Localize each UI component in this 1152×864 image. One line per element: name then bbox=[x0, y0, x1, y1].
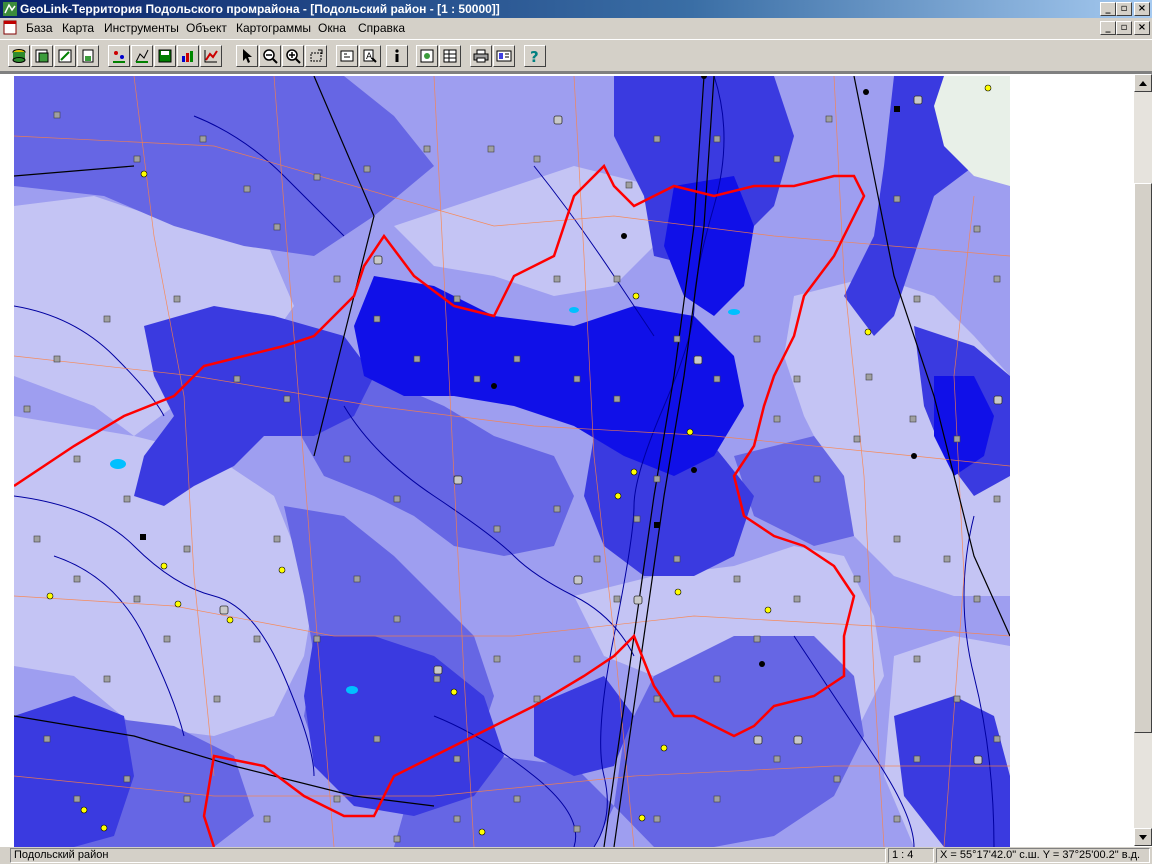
print-button[interactable] bbox=[470, 45, 492, 67]
chart-button[interactable] bbox=[200, 45, 222, 67]
layer-edit-icon bbox=[135, 49, 149, 63]
map-canvas[interactable] bbox=[14, 76, 1010, 847]
zoom-in-icon bbox=[286, 49, 301, 64]
db-edit-button[interactable] bbox=[54, 45, 76, 67]
open-db-button[interactable] bbox=[8, 45, 30, 67]
identify-button[interactable]: A bbox=[359, 45, 381, 67]
mdi-restore-button[interactable]: ▫ bbox=[1116, 21, 1132, 35]
vertical-scrollbar[interactable] bbox=[1134, 74, 1152, 846]
status-bar: Подольский район 1 : 4 X = 55°17'42.0" с… bbox=[0, 847, 1152, 864]
info-icon bbox=[395, 49, 399, 62]
zoom-in-button[interactable] bbox=[282, 45, 304, 67]
mdi-close-button[interactable]: × bbox=[1134, 21, 1150, 35]
minimize-button[interactable]: _ bbox=[1100, 2, 1116, 16]
title-bar[interactable]: GeoLink-Территория Подольского промрайон… bbox=[0, 0, 1152, 18]
save-layer-button[interactable] bbox=[154, 45, 176, 67]
menu-okna[interactable]: Окна bbox=[318, 21, 346, 35]
layer-points-icon bbox=[113, 51, 125, 63]
db-new-icon bbox=[82, 49, 94, 63]
svg-text:?: ? bbox=[530, 48, 539, 64]
table-icon bbox=[443, 49, 457, 63]
scroll-up-button[interactable] bbox=[1134, 74, 1152, 92]
arrow-up-icon bbox=[1139, 81, 1147, 86]
save-layer-icon bbox=[158, 49, 172, 63]
menu-kartogrammy[interactable]: Картограммы bbox=[236, 21, 311, 35]
db-new-button[interactable] bbox=[77, 45, 99, 67]
status-ratio: 1 : 4 bbox=[888, 848, 934, 863]
cartogram-button[interactable] bbox=[177, 45, 199, 67]
legend-icon bbox=[496, 50, 512, 62]
cartogram-icon bbox=[182, 51, 193, 62]
map-frame bbox=[0, 72, 1152, 847]
print-icon bbox=[473, 49, 489, 63]
pointer-icon bbox=[243, 49, 252, 63]
menu-spravka[interactable]: Справка bbox=[358, 21, 405, 35]
menu-obekt[interactable]: Объект bbox=[186, 21, 227, 35]
help-icon: ? bbox=[530, 48, 539, 64]
layer-edit-button[interactable] bbox=[131, 45, 153, 67]
legend-button[interactable] bbox=[493, 45, 515, 67]
status-coords: X = 55°17'42.0" с.ш. Y = 37°25'00.2" в.д… bbox=[936, 848, 1150, 863]
scroll-down-button[interactable] bbox=[1134, 828, 1152, 846]
open-db-icon bbox=[12, 49, 26, 63]
identify-icon: A bbox=[363, 49, 377, 63]
db-edit-icon bbox=[58, 49, 72, 63]
object-info-icon bbox=[340, 50, 354, 62]
new-window-button[interactable] bbox=[416, 45, 438, 67]
zoom-window-icon bbox=[310, 49, 323, 62]
svg-text:A: A bbox=[366, 52, 373, 62]
window-title: GeoLink-Территория Подольского промрайон… bbox=[20, 2, 500, 16]
table-button[interactable] bbox=[439, 45, 461, 67]
zoom-out-icon bbox=[263, 49, 278, 64]
db-list-button[interactable] bbox=[31, 45, 53, 67]
scroll-thumb[interactable] bbox=[1134, 183, 1152, 733]
pointer-button[interactable] bbox=[236, 45, 258, 67]
info-button[interactable] bbox=[386, 45, 408, 67]
layer-points-button[interactable] bbox=[108, 45, 130, 67]
close-button[interactable]: × bbox=[1134, 2, 1150, 16]
menu-baza[interactable]: База bbox=[26, 21, 53, 35]
db-list-icon bbox=[35, 49, 49, 63]
zoom-out-button[interactable] bbox=[259, 45, 281, 67]
app-icon bbox=[3, 2, 17, 16]
toolbar: A ? bbox=[0, 39, 1152, 72]
chart-icon bbox=[204, 50, 218, 63]
menu-karta[interactable]: Карта bbox=[62, 21, 94, 35]
mdi-minimize-button[interactable]: _ bbox=[1100, 21, 1116, 35]
menu-bar: База Карта Инструменты Объект Картограмм… bbox=[0, 18, 1152, 38]
object-info-button[interactable] bbox=[336, 45, 358, 67]
new-window-icon bbox=[420, 49, 434, 63]
help-button[interactable]: ? bbox=[524, 45, 546, 67]
menu-instrumenty[interactable]: Инструменты bbox=[104, 21, 179, 35]
maximize-button[interactable]: ▫ bbox=[1116, 2, 1132, 16]
arrow-down-icon bbox=[1139, 835, 1147, 840]
status-region: Подольский район bbox=[10, 848, 886, 863]
document-icon[interactable] bbox=[3, 20, 17, 35]
zoom-window-button[interactable] bbox=[305, 45, 327, 67]
